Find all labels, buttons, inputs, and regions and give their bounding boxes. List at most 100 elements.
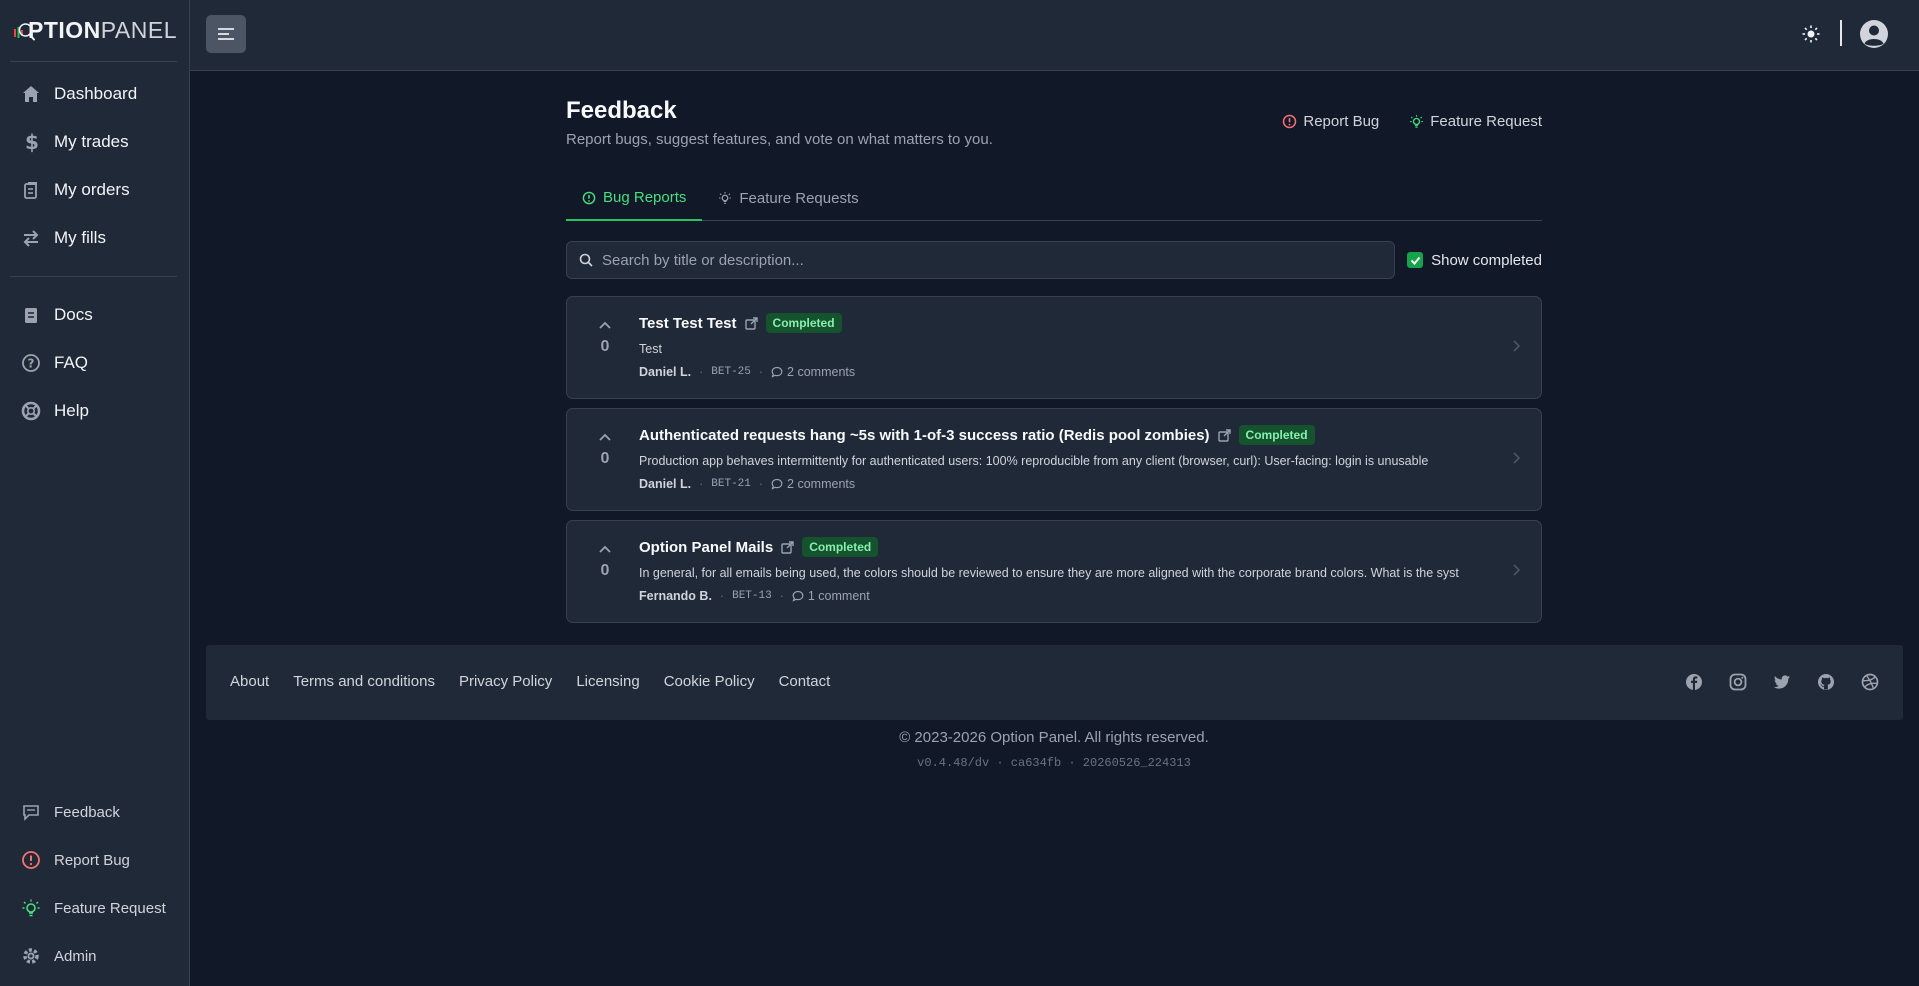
alert-icon [582,191,596,204]
sidebar-item-admin[interactable]: Admin [0,932,189,980]
upvote-chevron-icon[interactable] [598,321,612,330]
comment-count: 2 comments [771,477,855,491]
dollar-icon: $ [20,131,42,153]
svg-text:$: $ [25,131,39,153]
vote-count: 0 [600,338,610,355]
vote-control: 0 [583,321,627,356]
main-nav: Dashboard $ My trades My orders My fills [0,62,189,270]
sidebar-item-label: Report Bug [54,851,130,869]
footer-link-terms[interactable]: Terms and conditions [293,673,435,690]
dribbble-icon[interactable] [1861,673,1879,691]
sidebar: PTIONPANEL Dashboard $ My trades My orde… [0,0,190,986]
sidebar-item-label: Docs [54,305,93,324]
sidebar-item-help[interactable]: Help [0,387,189,435]
status-badge: Completed [1238,425,1315,445]
user-icon [1860,20,1888,48]
github-icon[interactable] [1817,673,1835,691]
logo-text: PTIONPANEL [28,17,177,43]
feedback-page: Feedback Report bugs, suggest features, … [566,71,1542,623]
footer-link-privacy[interactable]: Privacy Policy [459,673,552,690]
feedback-tabs: Bug Reports Feature Requests [566,176,1542,221]
user-avatar-button[interactable] [1859,19,1889,49]
footer-link-cookie[interactable]: Cookie Policy [664,673,755,690]
tab-label: Feature Requests [739,189,859,207]
status-badge: Completed [802,537,879,557]
sidebar-item-my-trades[interactable]: $ My trades [0,118,189,166]
question-icon: ? [20,352,42,374]
sidebar-item-label: FAQ [54,353,89,372]
sidebar-item-faq[interactable]: ? FAQ [0,339,189,387]
instagram-icon[interactable] [1729,673,1747,691]
upvote-chevron-icon[interactable] [598,545,612,554]
issue-code: BET-25 [711,366,751,378]
feedback-card[interactable]: 0 Authenticated requests hang ~5s with 1… [566,408,1542,511]
header-actions: Report Bug Feature Request [1282,113,1542,130]
theme-toggle-button[interactable] [1799,22,1823,46]
topbar-divider [1840,20,1842,46]
lifebuoy-icon [20,400,42,422]
feedback-meta: Daniel L. · BET-25 · 2 comments [639,365,1491,379]
twitter-icon[interactable] [1773,673,1791,691]
chevron-right-icon [1513,564,1521,576]
footer-links: About Terms and conditions Privacy Polic… [230,673,830,690]
lightbulb-icon [719,192,732,204]
gear-icon [20,945,42,967]
lightbulb-icon [1410,115,1424,128]
separator: · [758,477,764,491]
separator: · [779,589,784,603]
separator: · [719,589,725,603]
feedback-card[interactable]: 0 Option Panel Mails Completed In genera… [566,520,1542,623]
footer-link-licensing[interactable]: Licensing [576,673,639,690]
sidebar-item-feature-request[interactable]: Feature Request [0,884,189,932]
separator: · [758,365,764,379]
feedback-title: Authenticated requests hang ~5s with 1-o… [639,426,1210,444]
vote-count: 0 [600,562,610,579]
logo-icon [14,22,35,40]
comment-count: 1 comment [792,589,870,603]
feedback-description: In general, for all emails being used, t… [639,566,1459,580]
feedback-description: Production app behaves intermittently fo… [639,454,1429,468]
sidebar-toggle-button[interactable] [206,15,246,53]
sidebar-item-dashboard[interactable]: Dashboard [0,70,189,118]
report-bug-button[interactable]: Report Bug [1282,113,1379,130]
sidebar-item-label: Feature Request [54,899,166,917]
sun-icon [1802,25,1820,43]
upvote-chevron-icon[interactable] [598,433,612,442]
facebook-icon[interactable] [1685,673,1703,691]
feedback-title: Option Panel Mails [639,538,774,556]
tab-feature-requests[interactable]: Feature Requests [702,176,874,220]
separator: · [699,365,704,379]
status-badge: Completed [765,313,842,333]
sidebar-item-my-fills[interactable]: My fills [0,214,189,262]
comment-icon [771,478,783,490]
sidebar-item-docs[interactable]: Docs [0,291,189,339]
app-logo[interactable]: PTIONPANEL [10,0,177,62]
vote-control: 0 [583,433,627,468]
external-link-icon[interactable] [1217,428,1231,442]
show-completed-checkbox[interactable] [1407,252,1424,268]
feature-request-button[interactable]: Feature Request [1409,113,1542,130]
footer-link-contact[interactable]: Contact [779,673,831,690]
chat-icon [20,801,42,823]
search-box [566,241,1395,279]
top-bar [190,0,1919,71]
feedback-description: Test [639,342,662,356]
show-completed-label: Show completed [1431,251,1542,269]
tab-bug-reports[interactable]: Bug Reports [566,176,703,221]
issue-code: BET-21 [711,478,751,490]
sidebar-item-my-orders[interactable]: My orders [0,166,189,214]
external-link-icon[interactable] [744,316,758,330]
show-completed-toggle[interactable]: Show completed [1407,252,1542,269]
feedback-card[interactable]: 0 Test Test Test Completed Test Daniel L… [566,296,1542,399]
lightbulb-icon [20,897,42,919]
search-input[interactable] [602,251,1362,269]
external-link-icon[interactable] [781,540,794,554]
footer-link-about[interactable]: About [230,673,269,690]
chevron-right-icon [1513,340,1521,352]
check-icon [1410,256,1420,265]
sidebar-item-report-bug[interactable]: Report Bug [0,836,189,884]
tab-label: Bug Reports [603,189,687,206]
author-name: Daniel L. [639,365,692,379]
sidebar-item-feedback[interactable]: Feedback [0,788,189,836]
sidebar-item-label: Dashboard [54,84,138,103]
